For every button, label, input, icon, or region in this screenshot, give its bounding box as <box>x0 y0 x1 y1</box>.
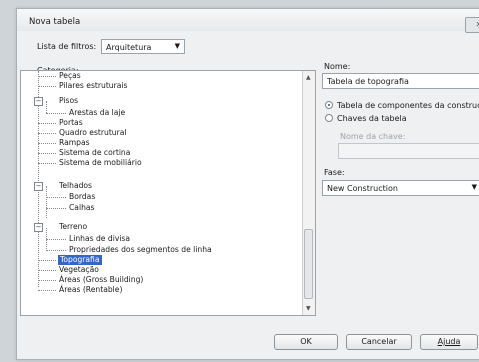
scrollbar-thumb[interactable] <box>304 229 313 299</box>
tree-line <box>38 280 56 281</box>
tree-line <box>46 101 47 113</box>
collapse-icon[interactable]: − <box>34 97 43 106</box>
tree-item[interactable]: Áreas (Rentable) <box>59 285 122 295</box>
category-tree[interactable]: − − − Peças Pilares estruturais Pisos Ar… <box>20 70 316 316</box>
tree-line <box>38 76 56 77</box>
phase-value: New Construction <box>327 184 398 193</box>
phase-dropdown[interactable]: New Construction ▼ <box>322 180 479 196</box>
ok-button[interactable]: OK <box>274 334 338 350</box>
tree-line <box>46 186 47 218</box>
tree-scrollbar[interactable]: ▲ ▼ <box>302 71 315 315</box>
tree-item[interactable]: Rampas <box>59 138 90 148</box>
tree-line <box>38 86 56 87</box>
tree-line <box>46 113 66 114</box>
phase-label: Fase: <box>324 168 345 177</box>
tree-item[interactable]: Terreno <box>59 222 87 232</box>
filter-list-value: Arquitetura <box>106 43 152 52</box>
key-name-input[interactable] <box>338 143 479 159</box>
tree-item[interactable]: Bordas <box>69 192 95 202</box>
collapse-icon[interactable]: − <box>34 223 43 232</box>
tree-line <box>38 123 56 124</box>
tree-item-selected[interactable]: Topografia <box>58 255 102 265</box>
tree-line <box>38 270 56 271</box>
tree-line <box>38 153 56 154</box>
name-input[interactable]: Tabela de topografia <box>322 73 479 89</box>
tree-item[interactable]: Pilares estruturais <box>59 81 127 91</box>
chevron-down-icon: ▼ <box>174 42 180 50</box>
cancel-button[interactable]: Cancelar <box>346 334 412 350</box>
tree-item[interactable]: Telhados <box>59 181 92 191</box>
tree-item[interactable]: Propriedades dos segmentos de linha <box>69 245 212 255</box>
tree-line <box>38 260 56 261</box>
tree-line <box>38 143 56 144</box>
tree-item[interactable]: Pisos <box>59 96 78 106</box>
tree-item[interactable]: Linhas de divisa <box>69 234 130 244</box>
tree-line <box>38 290 56 291</box>
tree-line <box>46 239 66 240</box>
tree-item[interactable]: Portas <box>59 118 83 128</box>
tree-item[interactable]: Áreas (Gross Building) <box>59 275 143 285</box>
schedule-keys-radio[interactable] <box>325 114 333 122</box>
schedule-keys-label: Chaves da tabela <box>337 114 407 123</box>
tree-line <box>46 208 66 209</box>
name-value: Tabela de topografia <box>327 77 409 86</box>
tree-item[interactable]: Calhas <box>69 203 95 213</box>
tree-line <box>38 133 56 134</box>
tree-item[interactable]: Quadro estrutural <box>59 128 127 138</box>
schedule-components-label: Tabela de componentes da construção <box>337 101 479 110</box>
tree-line <box>46 250 66 251</box>
tree-line <box>46 197 66 198</box>
help-label: Ajuda <box>437 337 461 346</box>
ok-label: OK <box>300 337 312 346</box>
tree-line <box>38 163 56 164</box>
dialog-title: Nova tabela <box>29 17 81 27</box>
help-button[interactable]: Ajuda <box>420 334 478 350</box>
cancel-label: Cancelar <box>361 337 397 346</box>
title-bar: Nova tabela ✕ <box>17 9 479 33</box>
close-button[interactable]: ✕ <box>465 17 479 33</box>
scroll-down-icon[interactable]: ▼ <box>306 305 311 312</box>
key-name-label: Nome da chave: <box>340 132 406 141</box>
close-icon: ✕ <box>475 20 479 29</box>
tree-item[interactable]: Sistema de mobiliário <box>59 158 142 168</box>
tree-item[interactable]: Peças <box>59 71 81 81</box>
scroll-up-icon[interactable]: ▲ <box>306 74 311 81</box>
tree-item[interactable]: Vegetação <box>59 265 99 275</box>
tree-item[interactable]: Sistema de cortina <box>59 148 130 158</box>
filter-list-dropdown[interactable]: Arquitetura ▼ <box>101 39 185 54</box>
schedule-components-radio[interactable] <box>325 101 333 109</box>
tree-item[interactable]: Arestas da laje <box>69 108 125 118</box>
name-label: Nome: <box>324 62 351 71</box>
collapse-icon[interactable]: − <box>34 182 43 191</box>
chevron-down-icon: ▼ <box>471 183 477 191</box>
filter-list-label: Lista de filtros: <box>37 42 97 51</box>
